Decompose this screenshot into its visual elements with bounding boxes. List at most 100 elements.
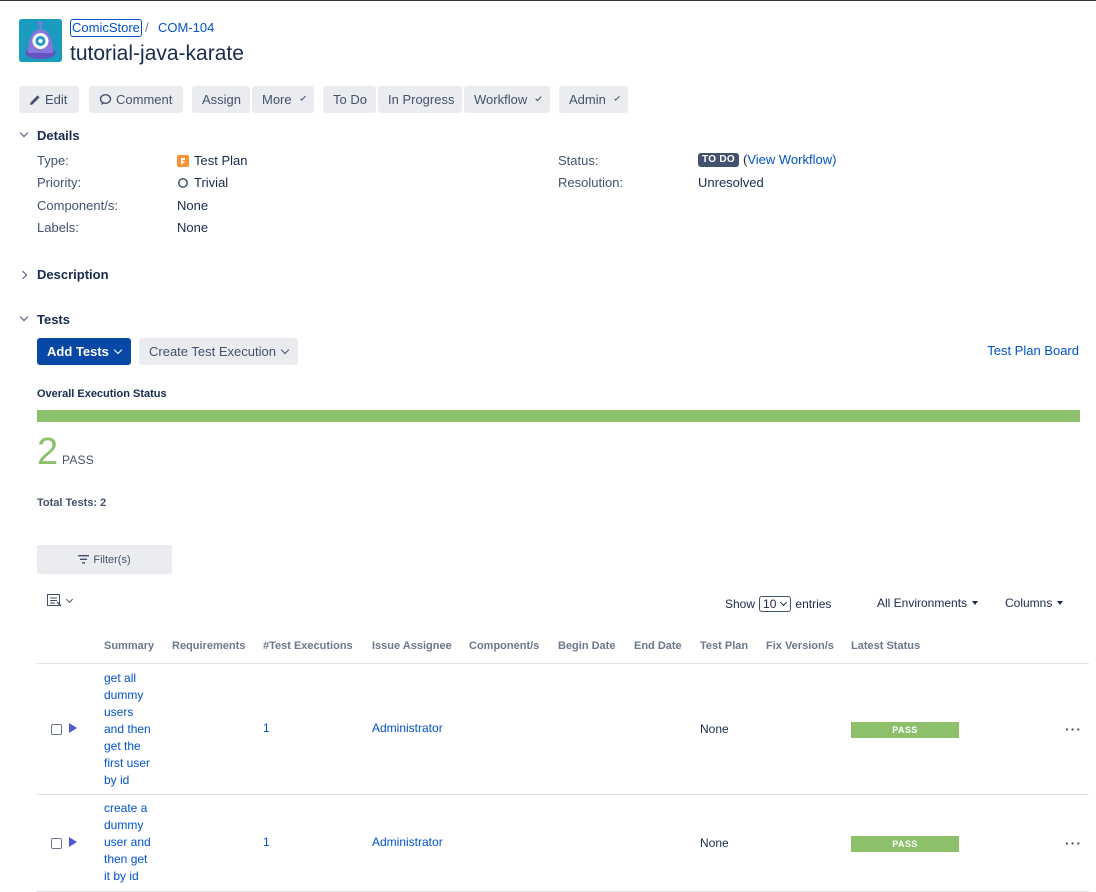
status-label: Status: [558,153,599,168]
view-workflow-close-paren: ) [832,152,837,167]
col-summary[interactable]: Summary [104,639,154,653]
col-latest-status[interactable]: Latest Status [851,639,920,653]
execution-progress-bar[interactable] [37,410,1080,422]
row-checkbox[interactable] [51,724,62,735]
assign-button[interactable]: Assign [192,86,250,113]
overall-status-title: Overall Execution Status [37,388,167,400]
columns-dropdown[interactable]: Columns [1005,596,1064,610]
pass-count-label: PASS [62,453,94,467]
col-requirements[interactable]: Requirements [172,639,245,653]
status-badge: PASS [851,722,959,738]
row-executions-link[interactable]: 1 [263,834,270,851]
col-test-plan[interactable]: Test Plan [700,639,748,653]
table-row-summary-link[interactable]: get all dummy users and then get the fir… [104,670,169,789]
test-type-icon [69,723,77,733]
summary-line: create a [104,801,148,815]
tests-toggle-icon[interactable] [19,312,29,322]
add-tests-button[interactable]: Add Tests [37,338,131,365]
summary-line: first user [104,756,151,770]
type-value: Test Plan [177,153,247,169]
description-toggle-icon[interactable] [18,270,28,280]
page-size-select[interactable]: 10 [759,596,792,612]
labels-label: Labels: [37,220,79,235]
environments-dropdown[interactable]: All Environments [877,596,979,610]
alien-icon [19,19,62,62]
summary-line: then get [104,852,148,866]
col-test-executions[interactable]: #Test Executions [263,639,353,653]
admin-dropdown-label: Admin [569,92,606,107]
resolution-label: Resolution: [558,175,624,190]
breadcrumb-project-link[interactable]: ComicStore [70,19,142,37]
table-header-divider [37,663,1089,664]
description-section-title[interactable]: Description [37,267,109,283]
comment-icon [99,93,112,105]
view-workflow-link[interactable]: View Workflow [747,152,832,168]
edit-button-label: Edit [45,92,68,107]
row-assignee-link[interactable]: Administrator [372,720,443,737]
comment-button-label: Comment [116,92,173,107]
filter-icon [78,555,90,564]
status-badge: TO DO [698,153,739,167]
summary-line: and then [104,722,151,736]
page-size-value: 10 [763,597,777,611]
components-label: Component/s: [37,198,118,213]
row-divider [37,794,1089,795]
pencil-icon [30,94,40,105]
filter-button[interactable]: Filter(s) [37,545,172,574]
caret-down-icon [972,601,979,605]
col-components[interactable]: Component/s [469,639,539,653]
col-begin-date[interactable]: Begin Date [558,639,615,653]
type-value-text: Test Plan [194,153,248,168]
add-tests-label: Add Tests [47,344,109,359]
workflow-dropdown[interactable]: Workflow [464,86,550,113]
chevron-down-icon [780,598,788,606]
resolution-value: Unresolved [698,175,764,190]
test-type-icon [69,837,77,847]
col-fix-versions[interactable]: Fix Version/s [766,639,834,653]
create-test-execution-button[interactable]: Create Test Execution [139,338,298,365]
in-progress-button[interactable]: In Progress [378,86,462,113]
summary-line: dummy [104,688,144,702]
summary-line: it by id [104,869,139,883]
row-test-plan: None [700,722,729,736]
col-end-date[interactable]: End Date [634,639,682,653]
column-picker-button[interactable] [47,594,74,607]
details-section-title[interactable]: Details [37,128,80,144]
comment-button[interactable]: Comment [89,86,183,113]
row-actions-menu-icon[interactable]: ··· [1065,835,1082,851]
status-badge: PASS [851,836,959,852]
chevron-down-icon [280,345,290,355]
type-label: Type: [37,153,69,168]
row-assignee-link[interactable]: Administrator [372,834,443,851]
edit-button[interactable]: Edit [19,86,79,113]
page-size-control: Show 10 entries [725,596,831,612]
details-toggle-icon[interactable] [19,128,29,138]
summary-line: user and [104,835,151,849]
create-test-execution-label: Create Test Execution [149,344,276,359]
chevron-down-icon [614,95,620,101]
assign-button-label: Assign [202,92,242,107]
row-checkbox[interactable] [51,838,62,849]
columns-label: Columns [1005,596,1053,610]
row-executions-link[interactable]: 1 [263,720,270,737]
project-avatar[interactable] [19,19,62,62]
test-plan-board-link[interactable]: Test Plan Board [987,343,1079,359]
breadcrumb-issue-key-link[interactable]: COM-104 [158,20,214,36]
table-row-summary-link[interactable]: create a dummy user and then get it by i… [104,800,169,885]
list-icon [47,594,62,607]
filter-button-label: Filter(s) [93,553,131,566]
todo-button[interactable]: To Do [323,86,376,113]
priority-value: Trivial [177,175,228,191]
test-plan-icon [177,155,189,167]
chevron-down-icon [65,595,74,603]
entries-label: entries [795,597,832,611]
components-value: None [177,198,209,213]
row-actions-menu-icon[interactable]: ··· [1065,721,1082,737]
more-dropdown-label: More [262,92,292,107]
tests-section-title[interactable]: Tests [37,312,70,328]
col-issue-assignee[interactable]: Issue Assignee [372,639,452,653]
more-dropdown[interactable]: More [252,86,314,113]
admin-dropdown[interactable]: Admin [559,86,628,113]
summary-line: by id [104,773,130,787]
total-tests: Total Tests: 2 [37,497,107,509]
